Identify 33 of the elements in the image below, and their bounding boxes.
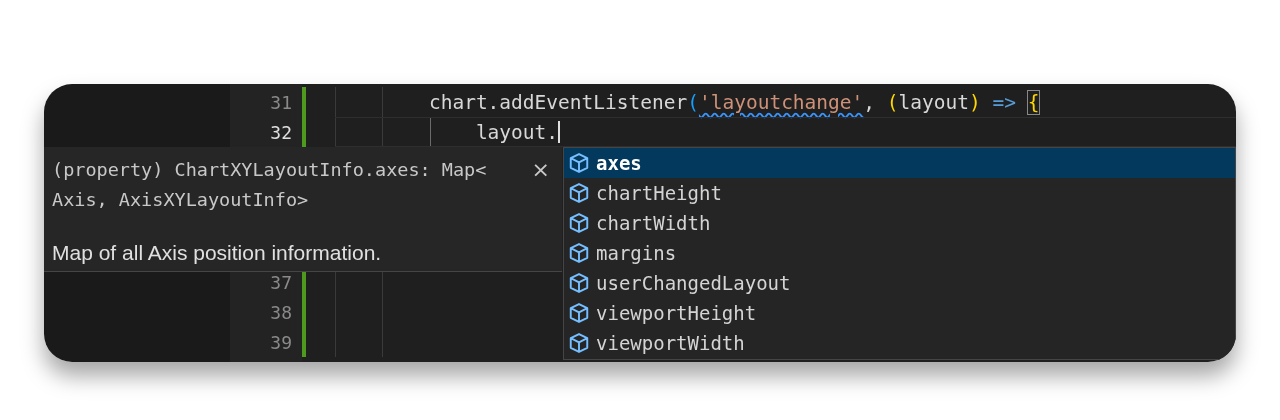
cube-icon (568, 212, 590, 234)
cube-icon (568, 242, 590, 264)
cube-icon (568, 302, 590, 324)
code-token: 'layoutchange' (698, 90, 864, 114)
code-token: ) (969, 90, 981, 114)
line-number: 32 (270, 121, 292, 143)
line-number: 31 (270, 91, 292, 113)
property-description: Map of all Axis position information. (52, 241, 383, 265)
close-button[interactable]: × (527, 155, 554, 185)
property-signature: (property) ChartXYLayoutInfo.axes: Map< Axis, AxisXYLayoutInfo> (52, 158, 487, 212)
text-cursor (558, 121, 561, 143)
code-token: ( (886, 90, 899, 114)
suggestion-item[interactable]: viewportHeight (564, 298, 1235, 328)
suggestion-item[interactable]: viewportWidth (564, 328, 1235, 358)
suggestion-item[interactable]: chartHeight (564, 178, 1235, 208)
line-number: 37 (270, 271, 292, 293)
suggestion-item[interactable]: chartWidth (564, 208, 1235, 238)
cube-icon (568, 332, 590, 354)
cube-icon (568, 272, 590, 294)
cube-icon (568, 182, 590, 204)
line-number: 39 (270, 331, 292, 353)
code-token: { (1027, 90, 1040, 114)
code-token: , (863, 90, 877, 114)
code-token: chart.addEventListener (427, 90, 688, 114)
suggestion-item[interactable]: margins (564, 238, 1235, 268)
code-token: ( (687, 90, 699, 114)
code-token: => (991, 90, 1017, 114)
suggestion-item[interactable]: userChangedLayout (564, 268, 1235, 298)
cube-icon (568, 152, 590, 174)
code-token: layout. (474, 120, 559, 144)
suggestion-item[interactable]: axes (564, 148, 1235, 178)
code-token: layout (898, 90, 969, 114)
line-number: 38 (270, 301, 292, 323)
